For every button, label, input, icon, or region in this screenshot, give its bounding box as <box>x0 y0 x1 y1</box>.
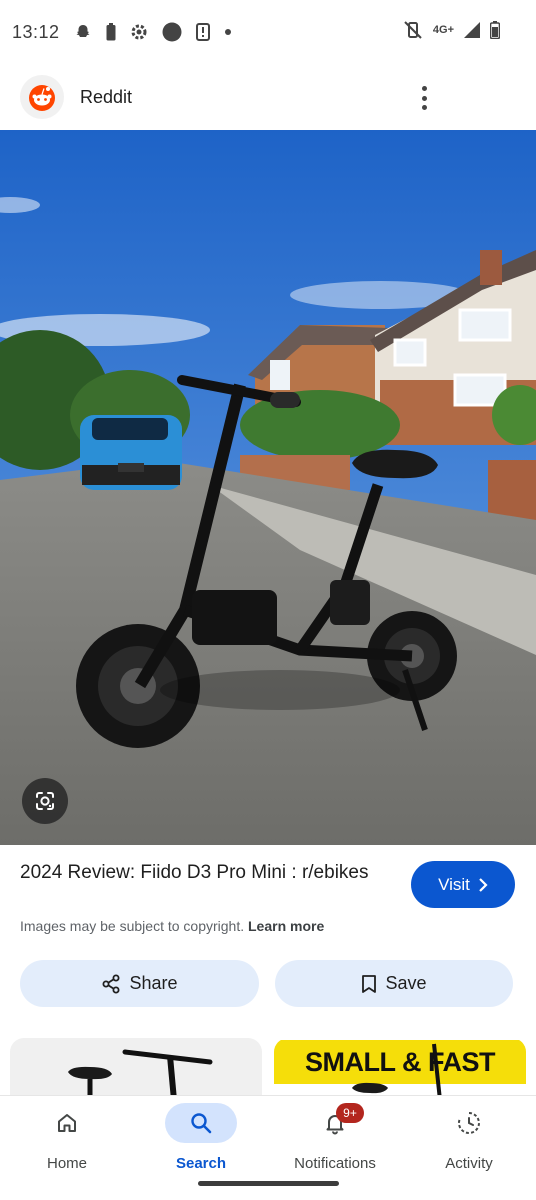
nav-notifications-label: Notifications <box>294 1155 376 1172</box>
save-button[interactable]: Save <box>275 960 513 1007</box>
battery-saver-icon <box>106 23 116 41</box>
status-time: 13:12 <box>12 21 60 42</box>
nav-search-label: Search <box>175 1155 227 1172</box>
circle-icon <box>162 22 182 42</box>
settings-icon <box>131 24 147 40</box>
sim-alert-icon <box>195 23 210 41</box>
network-4g-icon: 4G+ <box>432 24 454 36</box>
google-lens-icon <box>36 792 54 810</box>
learn-more-link[interactable]: Learn more <box>248 918 324 934</box>
result-image[interactable] <box>0 130 536 845</box>
status-bar: 13:12 4G+ <box>0 0 536 64</box>
battery-icon <box>490 21 500 39</box>
signal-icon <box>464 22 480 38</box>
search-icon <box>191 1113 212 1134</box>
bookmark-icon <box>362 974 377 993</box>
snapchat-icon <box>76 25 90 37</box>
related-image-2[interactable]: SMALL & FAST <box>274 1038 526 1100</box>
gesture-bar[interactable] <box>198 1181 339 1186</box>
more-options-icon[interactable] <box>412 84 436 112</box>
copyright-notice: Images may be subject to copyright. Lear… <box>20 918 324 934</box>
chevron-right-icon <box>479 877 488 892</box>
result-title[interactable]: 2024 Review: Fiido D3 Pro Mini : r/ebike… <box>20 860 390 886</box>
vibrate-off-icon <box>404 21 422 39</box>
reddit-icon[interactable] <box>20 75 64 119</box>
visit-label: Visit <box>438 874 470 894</box>
related-image-1[interactable] <box>10 1038 262 1100</box>
notification-badge: 9+ <box>336 1103 364 1123</box>
dot-icon <box>224 29 231 35</box>
nav-activity[interactable]: Activity <box>402 1096 536 1176</box>
lens-search-button[interactable] <box>22 778 68 824</box>
nav-search[interactable]: Search <box>134 1096 268 1176</box>
nav-notifications[interactable]: 9+ Notifications <box>268 1096 402 1176</box>
nav-home[interactable]: Home <box>0 1096 134 1176</box>
share-label: Share <box>129 973 178 993</box>
nav-activity-label: Activity <box>445 1155 493 1172</box>
app-name: Reddit <box>80 86 133 107</box>
home-icon <box>58 1114 76 1132</box>
nav-home-label: Home <box>46 1155 87 1172</box>
app-header: Reddit <box>0 64 536 130</box>
save-label: Save <box>385 973 427 993</box>
status-icons-left <box>74 22 232 42</box>
activity-icon <box>458 1112 480 1134</box>
share-icon <box>102 974 120 993</box>
visit-button[interactable]: Visit <box>411 861 515 908</box>
share-button[interactable]: Share <box>20 960 259 1007</box>
copyright-text: Images may be subject to copyright. <box>20 918 245 934</box>
status-icons-right: 4G+ <box>403 20 500 40</box>
